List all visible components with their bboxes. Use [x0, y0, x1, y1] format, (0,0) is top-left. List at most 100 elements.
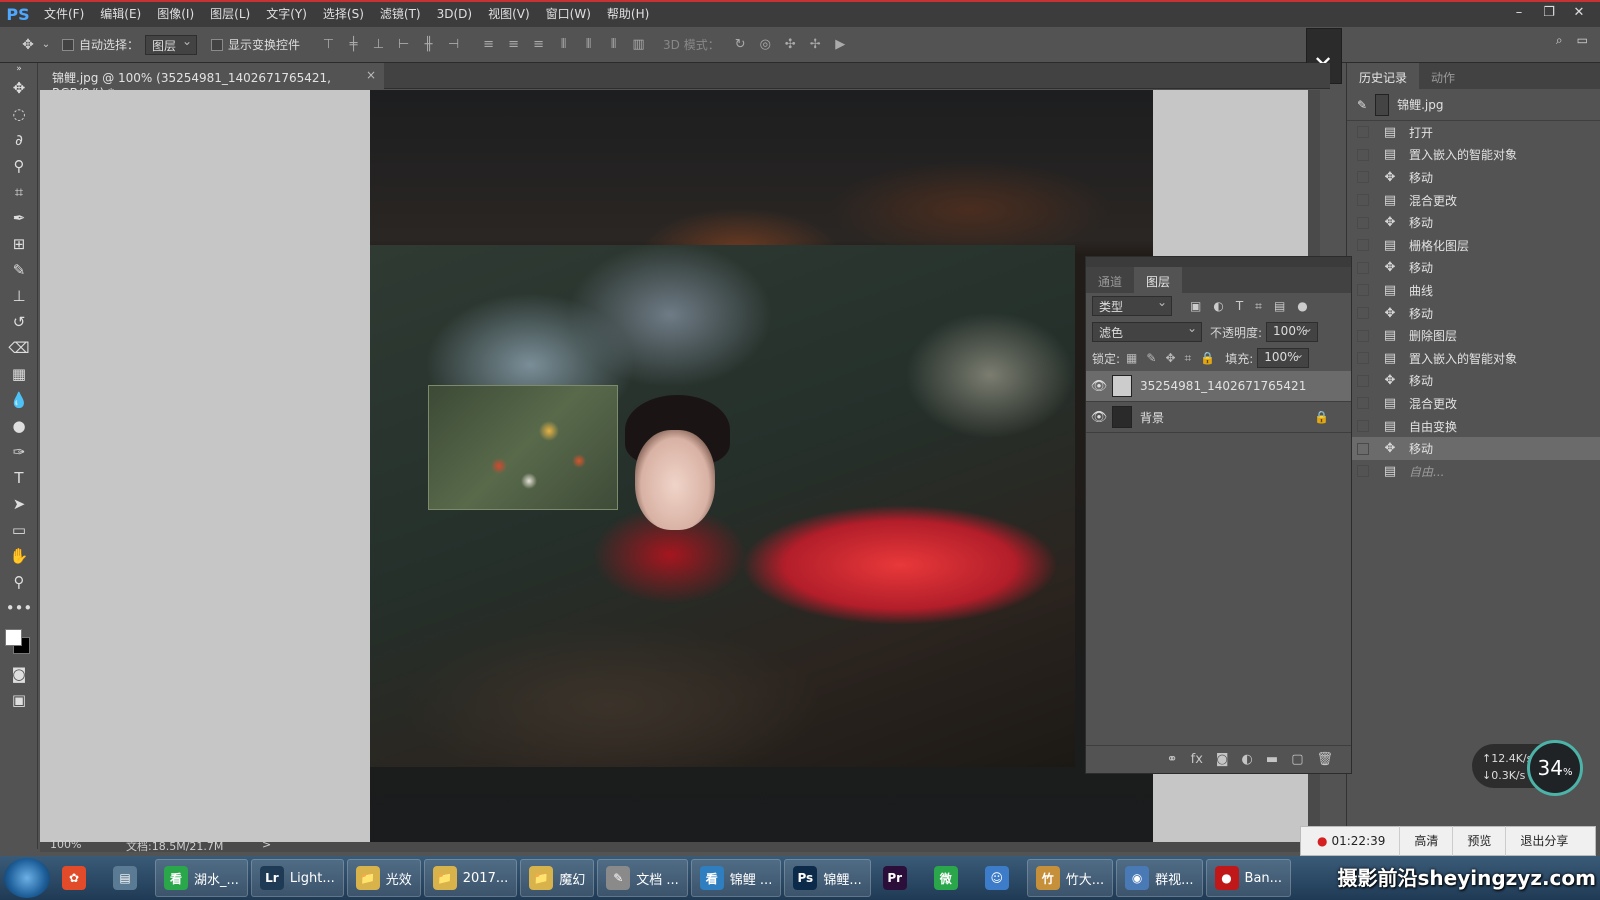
3d-scale-icon[interactable]: ▶ — [828, 34, 853, 56]
history-checkbox[interactable] — [1357, 239, 1369, 252]
3d-pan-icon[interactable]: ✣ — [778, 34, 803, 56]
history-snapshot[interactable]: ✎ 锦鲤.jpg — [1347, 89, 1600, 121]
zoom-level[interactable]: 100% — [50, 838, 81, 851]
history-checkbox[interactable] — [1357, 374, 1369, 387]
panel-header-bar[interactable] — [1086, 257, 1351, 267]
hd-button[interactable]: 高清 — [1399, 826, 1452, 856]
history-item[interactable]: ▤ 曲线 — [1347, 279, 1600, 302]
align-right-icon[interactable]: ⊣ — [441, 34, 466, 56]
shape-filter-icon[interactable]: ⌗ — [1255, 299, 1262, 314]
start-button[interactable] — [4, 858, 50, 898]
history-checkbox[interactable] — [1357, 284, 1369, 297]
distribute-vcenter-icon[interactable]: ≡ — [501, 34, 526, 56]
status-arrow-icon[interactable]: > — [262, 838, 271, 851]
new-layer-icon[interactable]: ▢ — [1291, 752, 1303, 767]
filter-toggle-icon[interactable]: ● — [1297, 299, 1307, 314]
history-item[interactable]: ▤ 自由... — [1347, 460, 1600, 483]
history-checkbox[interactable] — [1357, 397, 1369, 410]
taskbar-item[interactable]: 看湖水_... — [155, 859, 248, 897]
adjustment-layer-icon[interactable]: ◐ — [1242, 752, 1253, 767]
pen-tool-icon[interactable]: ✑ — [0, 439, 38, 465]
history-item[interactable]: ✥ 移动 — [1347, 257, 1600, 280]
eye-icon[interactable]: 👁 — [1086, 379, 1112, 394]
history-checkbox[interactable] — [1357, 216, 1369, 229]
align-bottom-icon[interactable]: ⊥ — [366, 34, 391, 56]
lock-pixels-icon[interactable]: ✎ — [1146, 351, 1156, 366]
tab-layers[interactable]: 图层 — [1134, 267, 1183, 293]
auto-select-checkbox[interactable] — [62, 38, 74, 51]
history-checkbox[interactable] — [1357, 171, 1369, 184]
path-select-tool-icon[interactable]: ➤ — [0, 491, 38, 517]
move-tool-icon[interactable]: ✥ — [16, 34, 40, 56]
history-item[interactable]: ▤ 自由变换 — [1347, 415, 1600, 438]
history-checkbox[interactable] — [1357, 329, 1369, 342]
menu-select[interactable]: 选择(S) — [315, 2, 372, 27]
filter-kind-dropdown[interactable]: 类型 — [1092, 295, 1172, 316]
taskbar-item[interactable]: 📁 2017... — [423, 859, 518, 897]
more-tools-icon[interactable]: ••• — [0, 595, 38, 621]
gradient-tool-icon[interactable]: ▦ — [0, 361, 38, 387]
distribute-hcenter-icon[interactable]: ⫴ — [576, 34, 601, 56]
taskbar-item[interactable]: 微 — [925, 859, 973, 897]
menu-3d[interactable]: 3D(D) — [429, 2, 480, 27]
history-item[interactable]: ✥ 移动 — [1347, 302, 1600, 325]
menu-type[interactable]: 文字(Y) — [258, 2, 315, 27]
align-hcenter-icon[interactable]: ╫ — [416, 34, 441, 56]
history-checkbox[interactable] — [1357, 261, 1369, 274]
history-item[interactable]: ▤ 置入嵌入的智能对象 — [1347, 144, 1600, 167]
history-checkbox[interactable] — [1357, 148, 1369, 161]
eyedropper-tool-icon[interactable]: ✒ — [0, 205, 38, 231]
distribute-right-icon[interactable]: ⫴ — [601, 34, 626, 56]
menu-view[interactable]: 视图(V) — [480, 2, 538, 27]
close-window-button[interactable]: ✕ — [1564, 2, 1594, 26]
history-item[interactable]: ▤ 混合更改 — [1347, 189, 1600, 212]
history-checkbox[interactable] — [1357, 420, 1369, 433]
tab-channels[interactable]: 通道 — [1086, 267, 1134, 293]
taskbar-item[interactable]: 竹竹大... — [1026, 859, 1114, 897]
3d-roll-icon[interactable]: ◎ — [753, 34, 778, 56]
eye-icon[interactable]: 👁 — [1086, 410, 1112, 425]
history-item[interactable]: ▤ 栅格化图层 — [1347, 234, 1600, 257]
hand-tool-icon[interactable]: ✋ — [0, 543, 38, 569]
menu-filter[interactable]: 滤镜(T) — [372, 2, 429, 27]
workspace-icon[interactable]: ▭ — [1577, 33, 1588, 48]
taskbar-item[interactable]: ▤ — [104, 859, 152, 897]
minimize-button[interactable]: – — [1504, 2, 1534, 26]
lock-position-icon[interactable]: ✥ — [1165, 351, 1175, 366]
layer-row[interactable]: 👁 背景 🔒 — [1086, 402, 1351, 433]
add-mask-icon[interactable]: ◙ — [1216, 752, 1229, 767]
history-item[interactable]: ▤ 混合更改 — [1347, 392, 1600, 415]
history-item[interactable]: ▤ 打开 — [1347, 121, 1600, 144]
history-checkbox[interactable] — [1357, 194, 1369, 207]
lasso-tool-icon[interactable]: ∂ — [0, 127, 38, 153]
show-transform-checkbox[interactable] — [211, 38, 224, 51]
distribute-left-icon[interactable]: ⫴ — [551, 34, 576, 56]
auto-select-dropdown[interactable]: 图层 — [145, 34, 198, 55]
history-item[interactable]: ✥ 移动 — [1347, 370, 1600, 393]
marquee-tool-icon[interactable]: ◌ — [0, 101, 38, 127]
exit-share-button[interactable]: 退出分享 — [1505, 826, 1582, 856]
chevron-down-icon[interactable]: ⌄ — [40, 34, 52, 56]
crop-tool-icon[interactable]: ⌗ — [0, 179, 38, 205]
taskbar-item[interactable]: ☺ — [976, 859, 1024, 897]
foreground-color[interactable] — [5, 629, 22, 646]
taskbar-item[interactable]: ● Ban... — [1205, 859, 1292, 897]
type-tool-icon[interactable]: T — [0, 465, 38, 491]
history-brush-tool-icon[interactable]: ↺ — [0, 309, 38, 335]
tab-actions[interactable]: 动作 — [1419, 63, 1467, 89]
color-swatches[interactable] — [0, 621, 38, 661]
menu-layer[interactable]: 图层(L) — [202, 2, 258, 27]
adjust-filter-icon[interactable]: ◐ — [1213, 299, 1223, 314]
lock-all-icon[interactable]: 🔒 — [1200, 351, 1215, 366]
taskbar-item[interactable]: 📁 光效 — [346, 859, 421, 897]
menu-file[interactable]: 文件(F) — [36, 2, 92, 27]
3d-rotate-icon[interactable]: ↻ — [728, 34, 753, 56]
history-item[interactable]: ✥ 移动 — [1347, 166, 1600, 189]
3d-slide-icon[interactable]: ✢ — [803, 34, 828, 56]
layer-row[interactable]: 👁 35254981_1402671765421 — [1086, 371, 1351, 402]
dodge-tool-icon[interactable]: ● — [0, 413, 38, 439]
lock-artboard-icon[interactable]: ⌗ — [1185, 351, 1192, 366]
smart-filter-icon[interactable]: ▤ — [1274, 299, 1285, 314]
align-top-icon[interactable]: ⊤ — [316, 34, 341, 56]
history-checkbox[interactable] — [1357, 126, 1369, 139]
